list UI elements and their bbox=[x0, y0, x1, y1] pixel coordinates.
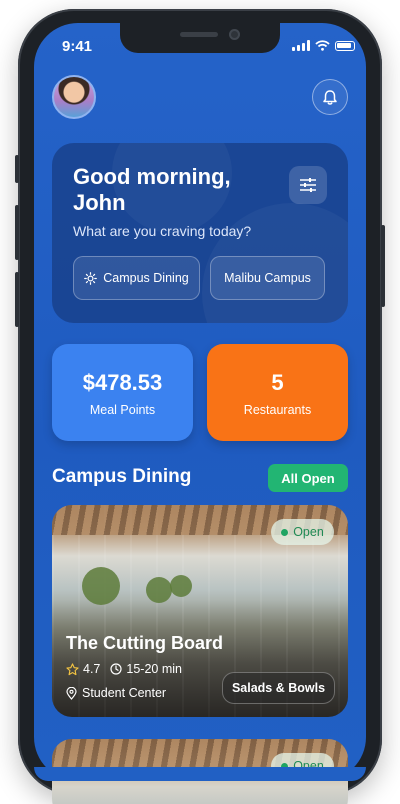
speaker bbox=[180, 32, 218, 37]
restaurants-count-label: Restaurants bbox=[243, 403, 312, 417]
chip-label: Campus Dining bbox=[103, 271, 189, 285]
bell-icon bbox=[323, 89, 337, 105]
malibu-campus-chip[interactable]: Malibu Campus bbox=[210, 256, 325, 300]
restaurants-count-card[interactable]: 5 Restaurants bbox=[207, 344, 348, 441]
star-icon bbox=[66, 662, 79, 675]
battery-icon bbox=[335, 40, 355, 51]
meal-points-label: Meal Points bbox=[89, 403, 156, 417]
meal-points-card[interactable]: $478.53 Meal Points bbox=[52, 344, 193, 441]
status-icons bbox=[292, 40, 355, 51]
volume-up-button bbox=[15, 205, 19, 260]
clock-icon bbox=[110, 663, 122, 675]
mute-switch bbox=[15, 155, 19, 183]
power-button bbox=[381, 225, 385, 307]
restaurant-name: The Cutting Board bbox=[66, 633, 223, 653]
sun-icon bbox=[84, 271, 98, 285]
wifi-icon bbox=[315, 40, 330, 51]
status-time: 9:41 bbox=[62, 38, 93, 55]
all-open-badge[interactable]: All Open bbox=[268, 464, 348, 492]
chip-label: Malibu Campus bbox=[224, 271, 311, 285]
restaurant-meta: 4.7 15-20 min bbox=[66, 662, 182, 676]
meal-points-value: $478.53 bbox=[82, 370, 163, 395]
screen-bottom-edge bbox=[34, 767, 366, 781]
open-status-badge: Open bbox=[271, 519, 334, 545]
greeting-title: Good morning, John bbox=[73, 164, 231, 215]
section-title: Campus Dining bbox=[52, 466, 192, 487]
restaurant-location: Student Center bbox=[66, 686, 166, 700]
front-camera bbox=[229, 29, 240, 40]
cellular-signal-icon bbox=[292, 40, 310, 51]
volume-down-button bbox=[15, 272, 19, 327]
filter-button[interactable] bbox=[289, 166, 327, 204]
campus-dining-chip[interactable]: Campus Dining bbox=[73, 256, 200, 300]
rating-value: 4.7 bbox=[83, 662, 101, 676]
restaurant-card[interactable]: Open The Cutting Board 4.7 15-20 min Stu… bbox=[52, 505, 348, 717]
notch bbox=[120, 23, 280, 53]
greeting-subtitle: What are you craving today? bbox=[73, 223, 252, 239]
open-dot bbox=[281, 528, 289, 536]
open-status-label: Open bbox=[293, 525, 324, 539]
notifications-button[interactable] bbox=[312, 79, 348, 115]
category-chip[interactable]: Salads & Bowls bbox=[222, 672, 335, 704]
avatar[interactable] bbox=[52, 75, 96, 119]
greeting-card: Good morning, John What are you craving … bbox=[52, 143, 348, 323]
sliders-icon bbox=[300, 178, 316, 192]
location-label: Student Center bbox=[82, 686, 167, 700]
restaurants-count-value: 5 bbox=[271, 370, 284, 395]
wait-time: 15-20 min bbox=[126, 662, 182, 676]
location-pin-icon bbox=[66, 686, 77, 700]
